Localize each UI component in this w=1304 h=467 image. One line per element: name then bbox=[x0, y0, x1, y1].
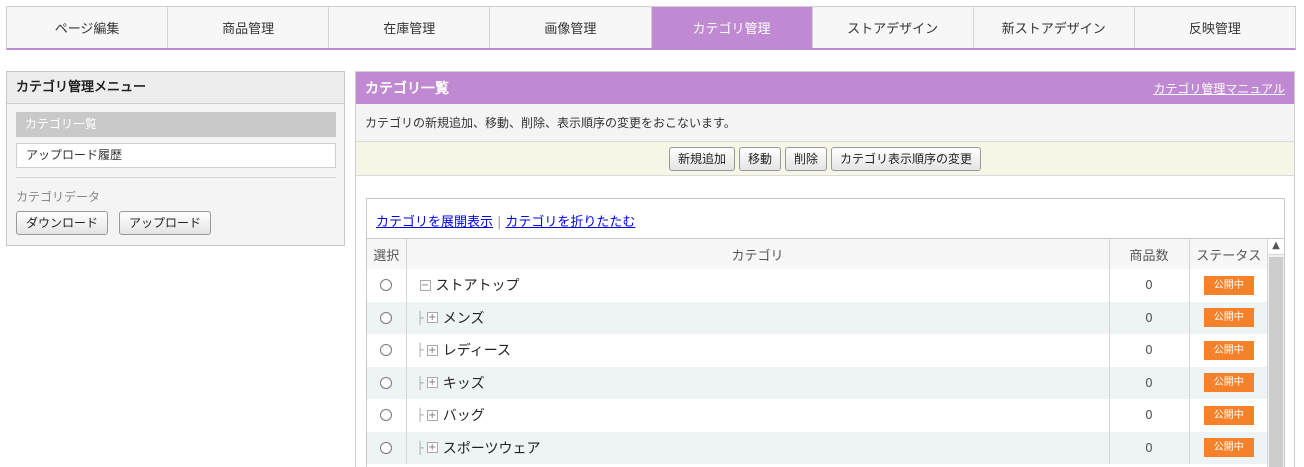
upload-button[interactable]: アップロード bbox=[119, 211, 212, 235]
status-badge: 公開中 bbox=[1203, 275, 1254, 295]
sidebar-divider bbox=[16, 177, 336, 178]
category-manual-link[interactable]: カテゴリ管理マニュアル bbox=[1153, 80, 1285, 97]
category-tree-box: カテゴリを展開表示 | カテゴリを折りたたむ 選択 カテゴリ 商品数 ステータス −… bbox=[366, 198, 1285, 467]
column-header-select: 選択 bbox=[367, 239, 407, 269]
table-header-row: 選択 カテゴリ 商品数 ステータス bbox=[367, 239, 1268, 269]
product-count: 0 bbox=[1109, 334, 1190, 367]
expand-icon[interactable]: + bbox=[426, 409, 438, 421]
status-badge: 公開中 bbox=[1203, 438, 1254, 458]
tab-inventory-management[interactable]: 在庫管理 bbox=[329, 7, 491, 48]
table-scrollbar[interactable]: ▲ bbox=[1267, 239, 1284, 467]
tab-new-store-design[interactable]: 新ストアデザイン bbox=[974, 7, 1135, 48]
status-badge: 公開中 bbox=[1203, 340, 1254, 360]
expand-icon[interactable]: + bbox=[426, 312, 438, 324]
category-table: 選択 カテゴリ 商品数 ステータス − ストアトップ 0 公開中 ├ + メンズ 0 bbox=[367, 239, 1268, 464]
tab-image-management[interactable]: 画像管理 bbox=[490, 7, 652, 48]
status-badge: 公開中 bbox=[1203, 308, 1254, 328]
expand-icon[interactable]: + bbox=[426, 442, 438, 454]
tab-publish-management[interactable]: 反映管理 bbox=[1135, 7, 1295, 48]
action-toolbar: 新規追加 移動 削除 カテゴリ表示順序の変更 bbox=[356, 142, 1294, 176]
tree-branch-icon: ├ bbox=[416, 310, 424, 325]
expand-icon[interactable]: + bbox=[426, 344, 438, 356]
status-badge: 公開中 bbox=[1203, 373, 1254, 393]
select-radio[interactable] bbox=[380, 344, 393, 357]
tree-branch-icon: ├ bbox=[416, 375, 424, 390]
tab-store-design[interactable]: ストアデザイン bbox=[813, 7, 974, 48]
download-button[interactable]: ダウンロード bbox=[16, 211, 109, 235]
scrollbar-thumb[interactable] bbox=[1269, 257, 1283, 467]
column-header-product-count: 商品数 bbox=[1109, 239, 1190, 269]
tree-branch-icon: ├ bbox=[416, 440, 424, 455]
product-count: 0 bbox=[1109, 301, 1190, 334]
collapse-all-link[interactable]: カテゴリを折りたたむ bbox=[505, 215, 635, 230]
panel-titlebar: カテゴリ一覧 カテゴリ管理マニュアル bbox=[356, 72, 1294, 104]
column-header-category: カテゴリ bbox=[406, 239, 1110, 269]
collapse-icon[interactable]: − bbox=[419, 279, 431, 291]
category-name: レディース bbox=[442, 343, 512, 360]
category-list-panel: カテゴリ一覧 カテゴリ管理マニュアル カテゴリの新規追加、移動、削除、表示順序の… bbox=[355, 71, 1295, 467]
sidebar-item-upload-history[interactable]: アップロード履歴 bbox=[16, 143, 336, 168]
product-count: 0 bbox=[1109, 366, 1190, 399]
category-data-label: カテゴリデータ bbox=[16, 190, 101, 204]
table-row: ├ + スポーツウェア 0 公開中 bbox=[367, 431, 1268, 464]
category-menu-sidebar: カテゴリ管理メニュー カテゴリ一覧 アップロード履歴 カテゴリデータ ダウンロー… bbox=[6, 71, 345, 246]
category-name: スポーツウェア bbox=[442, 440, 541, 457]
table-row: ├ + バッグ 0 公開中 bbox=[367, 399, 1268, 432]
tab-product-management[interactable]: 商品管理 bbox=[168, 7, 330, 48]
tree-toggle-links: カテゴリを展開表示 | カテゴリを折りたたむ bbox=[367, 199, 1284, 239]
table-row: ├ + レディース 0 公開中 bbox=[367, 334, 1268, 367]
sidebar-item-category-list[interactable]: カテゴリ一覧 bbox=[16, 112, 336, 137]
table-row: − ストアトップ 0 公開中 bbox=[367, 269, 1268, 302]
select-radio[interactable] bbox=[380, 311, 393, 324]
column-header-status: ステータス bbox=[1189, 239, 1268, 269]
table-row: ├ + メンズ 0 公開中 bbox=[367, 301, 1268, 334]
select-radio[interactable] bbox=[380, 409, 393, 422]
product-count: 0 bbox=[1109, 269, 1190, 302]
tab-page-edit[interactable]: ページ編集 bbox=[7, 7, 169, 48]
category-name: キッズ bbox=[442, 375, 485, 392]
top-navigation: ページ編集 商品管理 在庫管理 画像管理 カテゴリ管理 ストアデザイン 新ストア… bbox=[6, 6, 1296, 50]
page-description: カテゴリの新規追加、移動、削除、表示順序の変更をおこないます。 bbox=[356, 104, 1294, 142]
category-name: メンズ bbox=[442, 310, 485, 327]
expand-icon[interactable]: + bbox=[426, 377, 438, 389]
change-display-order-button[interactable]: カテゴリ表示順序の変更 bbox=[831, 146, 982, 171]
status-badge: 公開中 bbox=[1203, 405, 1254, 425]
select-radio[interactable] bbox=[380, 376, 393, 389]
expand-all-link[interactable]: カテゴリを展開表示 bbox=[376, 215, 493, 230]
product-count: 0 bbox=[1109, 431, 1190, 464]
table-row: ├ + キッズ 0 公開中 bbox=[367, 366, 1268, 399]
category-name: バッグ bbox=[442, 408, 485, 425]
scroll-up-arrow-icon[interactable]: ▲ bbox=[1268, 239, 1284, 255]
select-radio[interactable] bbox=[380, 279, 393, 292]
sidebar-title: カテゴリ管理メニュー bbox=[7, 72, 344, 104]
add-category-button[interactable]: 新規追加 bbox=[668, 146, 735, 171]
link-separator: | bbox=[497, 215, 502, 230]
move-category-button[interactable]: 移動 bbox=[738, 146, 781, 171]
tree-branch-icon: ├ bbox=[416, 408, 424, 423]
product-count: 0 bbox=[1109, 399, 1190, 432]
select-radio[interactable] bbox=[380, 441, 393, 454]
tab-category-management[interactable]: カテゴリ管理 bbox=[651, 7, 813, 48]
page-title: カテゴリ一覧 bbox=[365, 81, 449, 97]
category-name: ストアトップ bbox=[435, 278, 520, 295]
delete-category-button[interactable]: 削除 bbox=[785, 146, 828, 171]
tree-branch-icon: ├ bbox=[416, 343, 424, 358]
